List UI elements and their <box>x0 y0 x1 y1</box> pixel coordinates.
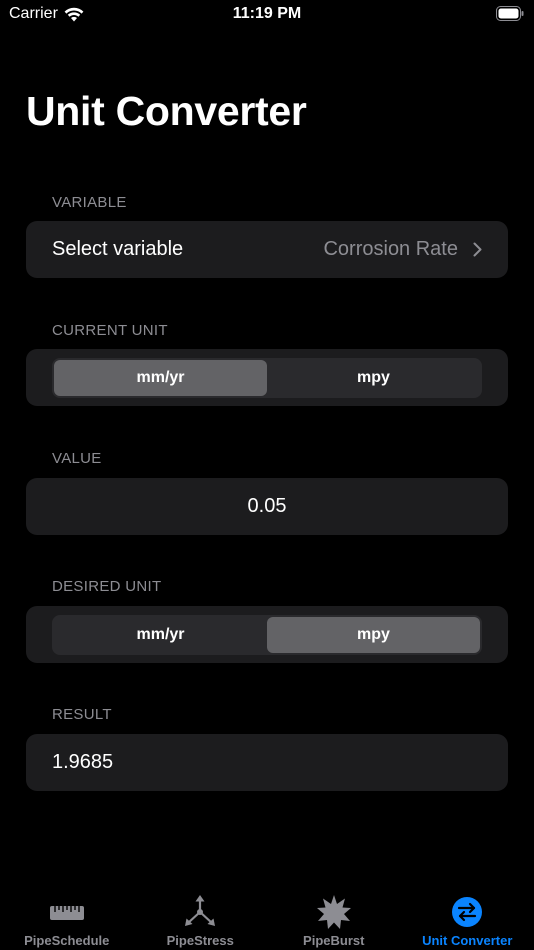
result-header: RESULT <box>52 706 112 723</box>
current-unit-segmented-control: mm/yr mpy <box>52 358 482 398</box>
tab-bar: PipeSchedule PipeStress PipeBurst Unit C… <box>0 880 534 950</box>
ruler-icon <box>49 906 84 920</box>
value-input-card[interactable]: 0.05 <box>26 478 508 535</box>
arrows-triangle-icon <box>185 895 216 926</box>
value-input[interactable]: 0.05 <box>26 478 508 535</box>
current-unit-header: CURRENT UNIT <box>52 322 168 339</box>
desired-unit-segment-mpy[interactable]: mpy <box>267 617 480 653</box>
current-unit-segment-mm-yr[interactable]: mm/yr <box>54 360 267 396</box>
status-bar: Carrier 11:19 PM <box>0 0 534 30</box>
tab-pipeburst-label: PipeBurst <box>303 933 365 948</box>
value-header: VALUE <box>52 450 102 467</box>
tab-pipestress[interactable]: PipeStress <box>134 880 268 950</box>
desired-unit-card: mm/yr mpy <box>26 606 508 663</box>
selected-variable-value: Corrosion Rate <box>323 238 458 260</box>
tab-unit-converter[interactable]: Unit Converter <box>401 880 534 950</box>
result-card: 1.9685 <box>26 734 508 791</box>
current-unit-card: mm/yr mpy <box>26 349 508 406</box>
desired-unit-header: DESIRED UNIT <box>52 578 162 595</box>
desired-unit-segmented-control: mm/yr mpy <box>52 615 482 655</box>
burst-star-icon <box>316 895 351 929</box>
page-title: Unit Converter <box>26 88 307 134</box>
tab-pipeschedule[interactable]: PipeSchedule <box>0 880 134 950</box>
result-value: 1.9685 <box>52 751 114 773</box>
chevron-right-icon <box>473 242 482 257</box>
swap-arrows-icon <box>452 897 483 927</box>
current-unit-segment-mpy[interactable]: mpy <box>267 360 480 396</box>
status-time: 11:19 PM <box>232 5 302 22</box>
tab-pipeburst[interactable]: PipeBurst <box>267 880 401 950</box>
tab-unit-converter-label: Unit Converter <box>422 933 513 948</box>
select-variable-label: Select variable <box>52 238 184 260</box>
desired-unit-segment-mm-yr[interactable]: mm/yr <box>54 617 267 653</box>
variable-header: VARIABLE <box>52 194 127 211</box>
battery-icon <box>496 6 524 21</box>
tab-pipestress-label: PipeStress <box>166 933 234 948</box>
tab-pipeschedule-label: PipeSchedule <box>24 933 110 948</box>
select-variable-row[interactable]: Select variable Corrosion Rate <box>26 221 508 278</box>
